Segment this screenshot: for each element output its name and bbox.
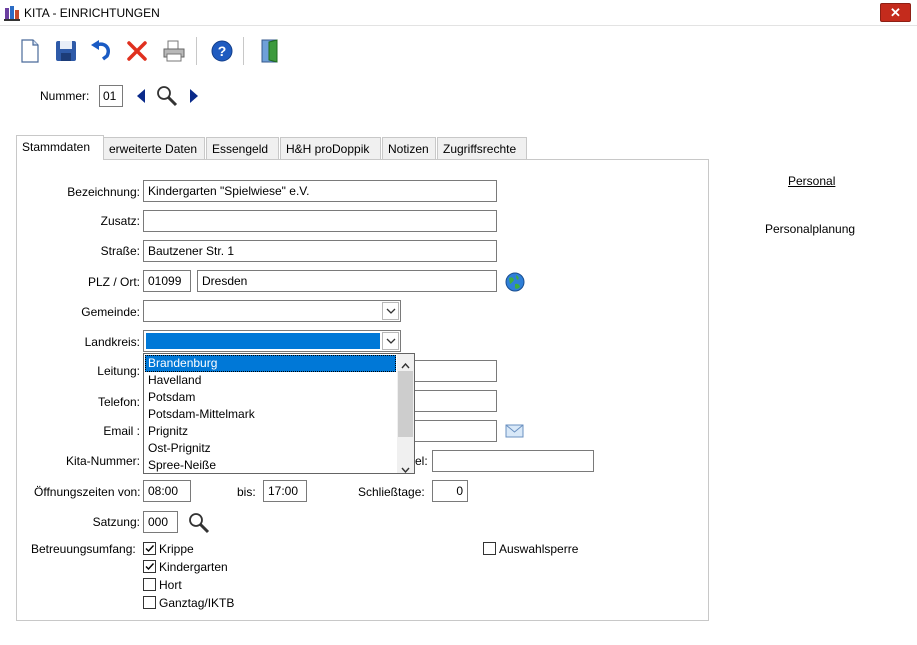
checkbox-label: Kindergarten xyxy=(159,560,228,574)
personalplanung-link[interactable]: Personalplanung xyxy=(765,222,855,236)
list-item[interactable]: Havelland xyxy=(145,372,396,389)
oeffnungszeiten-bis-input[interactable]: 17:00 xyxy=(263,480,307,502)
globe-icon[interactable] xyxy=(505,272,525,295)
scroll-down-icon[interactable] xyxy=(401,462,410,473)
strasse-input[interactable]: Bautzener Str. 1 xyxy=(143,240,497,262)
send-email-icon[interactable] xyxy=(505,424,524,441)
tab-erweiterte-daten[interactable]: erweiterte Daten xyxy=(103,137,205,159)
landkreis-label: Landkreis: xyxy=(84,335,140,349)
landkreis-select[interactable] xyxy=(143,330,401,352)
checkbox-hort[interactable] xyxy=(143,578,156,591)
schliesstage-label: Schließtage: xyxy=(358,485,425,499)
toolbar: ? xyxy=(0,27,917,75)
tab-hh-prodoppik[interactable]: H&H proDoppik xyxy=(280,137,381,159)
partially-hidden-label: el: xyxy=(415,454,428,468)
gemeinde-label: Gemeinde: xyxy=(81,305,140,319)
save-icon[interactable] xyxy=(52,37,80,65)
checkbox-label: Krippe xyxy=(159,542,194,556)
bezeichnung-input[interactable]: Kindergarten "Spielwiese" e.V. xyxy=(143,180,497,202)
next-record-icon[interactable] xyxy=(189,89,199,106)
window-title: KITA - EINRICHTUNGEN xyxy=(24,6,160,20)
satzung-label: Satzung: xyxy=(92,515,140,529)
checkbox-krippe[interactable] xyxy=(143,542,156,555)
auswahlsperre-label: Auswahlsperre xyxy=(499,542,579,556)
strasse-label: Straße: xyxy=(100,244,140,258)
app-icon xyxy=(4,5,20,21)
list-item[interactable]: Spree-Neiße xyxy=(145,457,396,473)
previous-record-icon[interactable] xyxy=(136,89,146,106)
nummer-label: Nummer: xyxy=(40,89,90,103)
scroll-thumb[interactable] xyxy=(398,371,413,437)
checkbox-ganztag[interactable] xyxy=(143,596,156,609)
list-item[interactable]: Prignitz xyxy=(145,423,396,440)
tab-stammdaten[interactable]: Stammdaten xyxy=(16,135,104,160)
toolbar-separator xyxy=(196,37,197,65)
scroll-up-icon[interactable] xyxy=(401,358,410,372)
plz-ort-label: PLZ / Ort: xyxy=(87,275,140,289)
search-icon[interactable] xyxy=(156,85,178,110)
zusatz-input[interactable] xyxy=(143,210,497,232)
close-button[interactable]: ✕ xyxy=(880,3,911,22)
checkbox-kindergarten[interactable] xyxy=(143,560,156,573)
personal-link[interactable]: Personal xyxy=(788,174,835,188)
bezeichnung-label: Bezeichnung: xyxy=(67,185,140,199)
help-icon[interactable]: ? xyxy=(208,37,236,65)
title-bar: KITA - EINRICHTUNGEN ✕ xyxy=(0,0,917,26)
new-icon[interactable] xyxy=(16,37,44,65)
oeffnungszeiten-label: Öffnungszeiten von: xyxy=(34,485,141,499)
checkbox-label: Hort xyxy=(159,578,182,592)
exit-door-icon[interactable] xyxy=(256,37,284,65)
satzung-input[interactable]: 000 xyxy=(143,511,178,533)
kita-nummer-label: Kita-Nummer: xyxy=(65,454,140,468)
delete-icon[interactable] xyxy=(123,37,151,65)
personal-link-text: Personal xyxy=(788,174,836,188)
telefon-label: Telefon: xyxy=(97,395,140,409)
toolbar-separator xyxy=(243,37,244,65)
chevron-down-icon[interactable] xyxy=(382,332,399,350)
tab-essengeld[interactable]: Essengeld xyxy=(206,137,279,159)
gemeinde-select[interactable] xyxy=(143,300,401,322)
ort-input[interactable]: Dresden xyxy=(197,270,497,292)
landkreis-selected-highlight xyxy=(146,333,380,349)
list-item[interactable]: Ost-Prignitz xyxy=(145,440,396,457)
print-icon[interactable] xyxy=(160,37,188,65)
tab-notizen[interactable]: Notizen xyxy=(382,137,436,159)
dropdown-scrollbar[interactable] xyxy=(397,354,414,473)
oeffnungszeiten-von-input[interactable]: 08:00 xyxy=(143,480,191,502)
list-item[interactable]: Potsdam-Mittelmark xyxy=(145,406,396,423)
schliesstage-input[interactable]: 0 xyxy=(432,480,468,502)
list-item[interactable]: Brandenburg xyxy=(145,355,396,372)
leitung-label: Leitung: xyxy=(97,364,140,378)
nummer-input[interactable]: 01 xyxy=(99,85,123,107)
list-item[interactable]: Potsdam xyxy=(145,389,396,406)
plz-input[interactable]: 01099 xyxy=(143,270,191,292)
checkbox-auswahlsperre[interactable] xyxy=(483,542,496,555)
chevron-down-icon[interactable] xyxy=(382,302,399,320)
undo-icon[interactable] xyxy=(87,37,115,65)
search-icon[interactable] xyxy=(188,512,210,537)
email-label: Email : xyxy=(103,424,140,438)
landkreis-dropdown-list[interactable]: Brandenburg Havelland Potsdam Potsdam-Mi… xyxy=(143,353,415,474)
svg-text:?: ? xyxy=(218,43,227,59)
checkbox-label: Ganztag/IKTB xyxy=(159,596,235,610)
betreuungsumfang-label: Betreuungsumfang: xyxy=(31,542,136,556)
right-field-input[interactable] xyxy=(432,450,594,472)
zusatz-label: Zusatz: xyxy=(100,214,140,228)
tab-zugriffsrechte[interactable]: Zugriffsrechte xyxy=(437,137,527,159)
bis-label: bis: xyxy=(237,485,256,499)
